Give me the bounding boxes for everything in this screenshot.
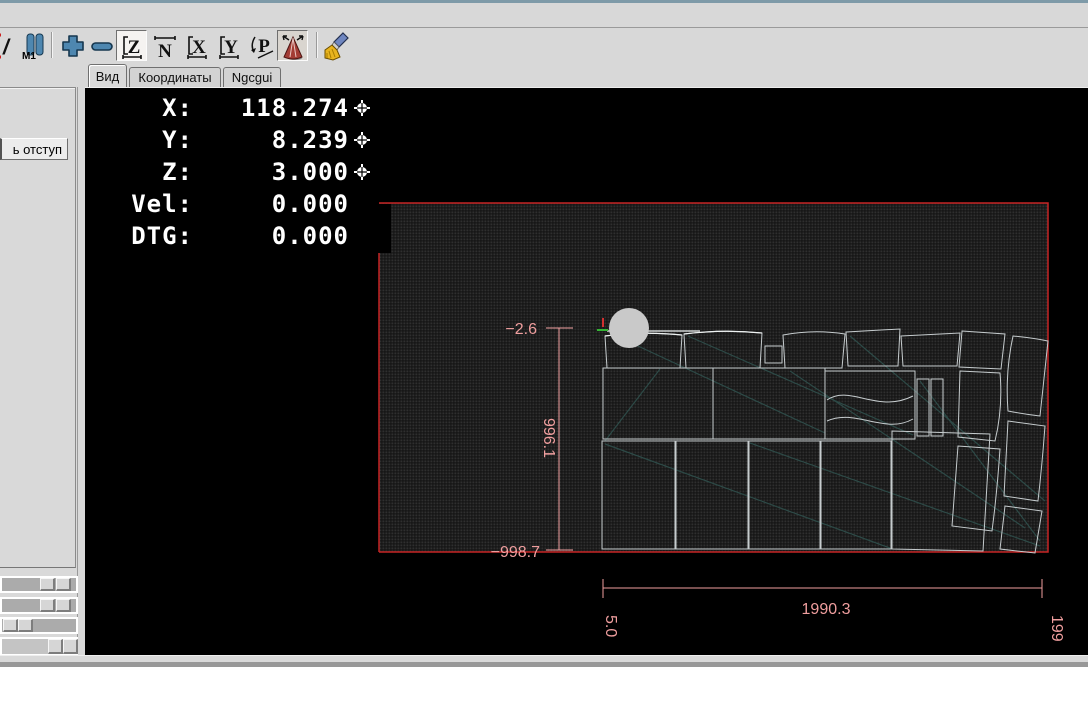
view-z-button[interactable]: Z — [116, 30, 147, 61]
toolbar-separator — [51, 32, 53, 58]
left-sidebar: ь отступ — [0, 87, 85, 656]
view-y-button[interactable]: Y — [214, 30, 243, 61]
dim-y-top: −2.6 — [505, 321, 537, 338]
slider-handle[interactable] — [63, 639, 78, 654]
tab-coordinates[interactable]: Координаты — [129, 67, 221, 87]
tab-bar: Вид Координаты Ngcgui — [0, 64, 1088, 87]
dim-y-bottom: −998.7 — [491, 544, 540, 561]
tab-ngcgui[interactable]: Ngcgui — [223, 67, 281, 87]
bottom-strip-shadow — [0, 662, 1088, 667]
block-delete-button[interactable]: / — [0, 30, 15, 61]
view-y-icon: Y — [218, 35, 239, 59]
view-x-icon: X — [186, 35, 207, 59]
block-delete-icon: / — [0, 33, 11, 59]
dim-x-left: 5.0 — [602, 615, 619, 637]
slider-handle[interactable] — [56, 599, 71, 612]
clear-plot-button[interactable] — [322, 30, 351, 61]
view-x-letter: X — [192, 37, 206, 58]
slider-handle[interactable] — [3, 619, 18, 632]
view-z-rotated-icon: N — [153, 35, 176, 60]
slider-handle[interactable] — [48, 639, 63, 654]
tab-ngcgui-label: Ngcgui — [231, 70, 273, 85]
tool-cursor — [609, 308, 649, 348]
plot-canvas[interactable]: −2.6 996.1 −998.7 1990.3 5.0 199 — [85, 88, 1088, 656]
view-x-button[interactable]: X — [182, 30, 211, 61]
block-delete-glyph: / — [2, 36, 11, 59]
tab-view[interactable]: Вид — [88, 64, 127, 87]
zoom-in-icon — [61, 34, 84, 57]
clear-plot-icon — [324, 31, 349, 61]
dim-x-extent: 1990.3 — [802, 601, 851, 618]
optional-stop-button[interactable]: M1 — [19, 30, 48, 61]
slider-handle[interactable] — [40, 599, 55, 612]
bottom-strip — [0, 655, 1088, 662]
view-z-rotated-letter: N — [158, 41, 172, 60]
backplot-preview[interactable]: X: 118.274 Y: 8.239 Z: 3.000 Vel: 0.000 — [85, 87, 1088, 656]
optional-stop-icon: M1 — [22, 33, 43, 61]
override-slider-3[interactable] — [0, 617, 78, 634]
grid-notch — [378, 204, 391, 253]
edit-offset-button[interactable]: ь отступ — [0, 138, 68, 160]
tab-view-label: Вид — [95, 68, 120, 84]
zoom-out-icon — [90, 41, 113, 51]
dim-x-right: 199 — [1048, 615, 1065, 642]
pane-sash[interactable] — [77, 87, 85, 655]
override-slider-2[interactable] — [0, 597, 78, 614]
rotate-view-icon — [281, 34, 304, 60]
override-slider-1[interactable] — [0, 576, 78, 593]
slider-handle[interactable] — [18, 619, 33, 632]
menubar-strip — [0, 0, 1088, 28]
toolbar-separator — [316, 32, 318, 58]
view-perspective-letter: P — [258, 36, 270, 57]
view-perspective-button[interactable]: P — [245, 30, 274, 61]
slider-handle[interactable] — [56, 578, 71, 591]
slider-handle[interactable] — [40, 578, 55, 591]
view-z-rotated-button[interactable]: N — [149, 30, 178, 61]
rotate-view-button[interactable] — [277, 30, 308, 61]
view-z-letter: Z — [127, 37, 140, 58]
optional-stop-label: M1 — [22, 51, 36, 61]
toolbar: / M1 Z N X Y P — [0, 28, 1088, 64]
view-y-letter: Y — [224, 37, 238, 58]
tab-coordinates-label: Координаты — [138, 70, 212, 85]
dim-y-extent: 996.1 — [540, 418, 557, 458]
zoom-in-button[interactable] — [58, 30, 87, 61]
zoom-out-button[interactable] — [87, 30, 116, 61]
override-slider-4[interactable] — [0, 637, 78, 656]
view-z-icon: Z — [121, 35, 142, 59]
view-perspective-icon: P — [250, 36, 273, 59]
